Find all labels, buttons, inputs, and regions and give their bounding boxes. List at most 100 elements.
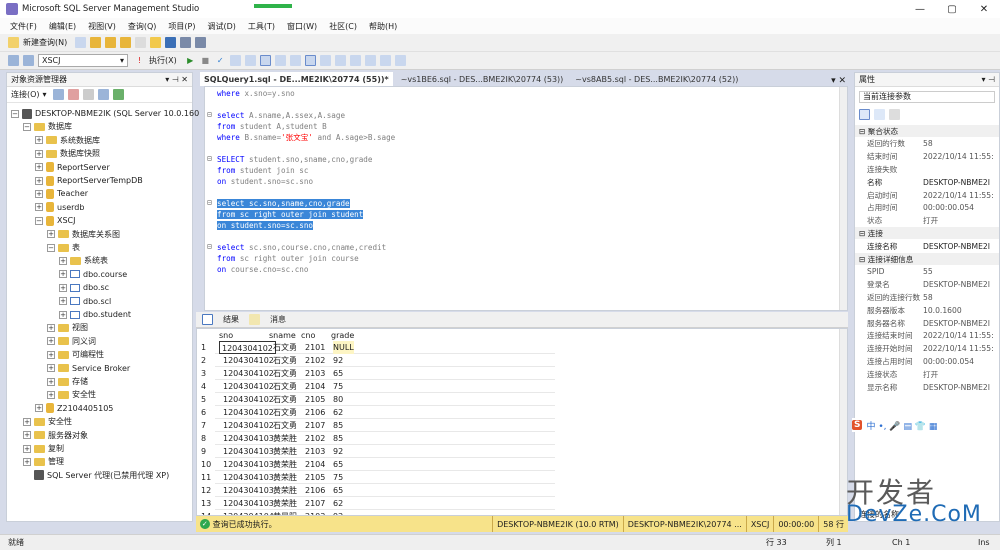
grid-cell[interactable]: 2104 bbox=[305, 380, 325, 393]
uncomment-icon[interactable] bbox=[349, 55, 361, 66]
expand-icon[interactable]: + bbox=[59, 256, 67, 265]
results-to-text-icon[interactable] bbox=[289, 55, 301, 66]
expand-icon[interactable]: + bbox=[47, 377, 55, 386]
property-category[interactable]: ⊟ 连接 bbox=[855, 227, 999, 240]
property-row[interactable]: 占用时间 00:00:00.054 bbox=[855, 202, 999, 214]
expand-icon[interactable]: + bbox=[35, 149, 43, 158]
close-button[interactable]: ✕ bbox=[968, 0, 1000, 18]
grid-cell[interactable]: 2106 bbox=[305, 406, 325, 419]
expand-icon[interactable]: + bbox=[23, 457, 31, 466]
tree-node[interactable]: + Service Broker bbox=[47, 362, 130, 375]
code-line[interactable]: select A.sname,A.ssex,A.sage bbox=[217, 110, 345, 121]
tree-node[interactable]: + 存储 bbox=[47, 375, 88, 388]
menu-query[interactable]: 查询(Q) bbox=[128, 21, 157, 32]
property-pages-icon[interactable] bbox=[889, 109, 900, 120]
chevron-down-icon[interactable]: ▾ bbox=[43, 90, 47, 99]
property-row[interactable]: SPID 55 bbox=[855, 266, 999, 278]
tree-node[interactable]: + 系统数据库 bbox=[35, 134, 100, 147]
grid-cell[interactable]: 1204304103 bbox=[223, 432, 274, 445]
grid-cell[interactable]: 黄荣胜 bbox=[273, 497, 297, 510]
results-to-file-icon[interactable] bbox=[319, 55, 331, 66]
grid-cell[interactable]: NULL bbox=[333, 341, 354, 354]
expand-icon[interactable]: + bbox=[47, 337, 55, 346]
db-engine-query-icon[interactable] bbox=[75, 37, 87, 48]
property-row[interactable]: 结束时间 2022/10/14 11:55: bbox=[855, 151, 999, 163]
code-line[interactable]: from student join sc bbox=[217, 165, 308, 176]
grid-cell[interactable]: 石文勇 bbox=[273, 406, 297, 419]
activity-monitor-icon[interactable] bbox=[195, 37, 207, 48]
property-row[interactable]: 服务器名称 DESKTOP-NBME2I bbox=[855, 317, 999, 329]
code-line[interactable]: from sc right outer join student bbox=[217, 209, 364, 220]
grid-cell[interactable]: 黄荣胜 bbox=[273, 471, 297, 484]
grid-cell[interactable]: 1204304103 bbox=[223, 458, 274, 471]
grid-cell[interactable]: 2103 bbox=[305, 367, 325, 380]
property-category[interactable]: ⊟ 聚合状态 bbox=[855, 125, 999, 137]
properties-object-select[interactable]: 当前连接参数 bbox=[859, 91, 995, 103]
editor-scrollbar[interactable] bbox=[839, 87, 847, 310]
tree-node[interactable]: + dbo.sc bbox=[59, 281, 109, 294]
pane-controls[interactable]: ▾ ⊣ ✕ bbox=[165, 75, 188, 84]
grid-cell[interactable]: 65 bbox=[333, 458, 343, 471]
expand-icon[interactable]: + bbox=[35, 404, 43, 413]
menu-tools[interactable]: 工具(T) bbox=[248, 21, 275, 32]
tree-node[interactable]: + 安全性 bbox=[23, 415, 72, 428]
property-row[interactable]: 连接开始时间 2022/10/14 11:55: bbox=[855, 343, 999, 355]
collapse-icon[interactable]: − bbox=[11, 109, 19, 118]
categorized-icon[interactable] bbox=[859, 109, 870, 120]
tree-node[interactable]: + dbo.student bbox=[59, 308, 131, 321]
grid-cell[interactable]: 75 bbox=[333, 471, 343, 484]
query-designer-icon[interactable] bbox=[244, 55, 256, 66]
tree-node[interactable]: + 系统表 bbox=[59, 254, 108, 267]
include-plan-icon[interactable] bbox=[259, 55, 271, 66]
results-grid[interactable]: sno sname cno grade 1 1204304102 石文勇 2101 NULL 2 1… bbox=[196, 328, 848, 516]
parse-icon[interactable]: ✓ bbox=[215, 55, 226, 66]
grid-cell[interactable]: 石文勇 bbox=[273, 393, 297, 406]
tree-node[interactable]: + userdb bbox=[35, 201, 84, 214]
comment-icon[interactable] bbox=[334, 55, 346, 66]
expand-icon[interactable]: + bbox=[47, 230, 55, 239]
collapse-icon[interactable]: − bbox=[47, 243, 55, 252]
save-icon[interactable] bbox=[165, 37, 177, 48]
grid-cell[interactable]: 92 bbox=[333, 354, 343, 367]
property-row[interactable]: 连接占用时间 00:00:00.054 bbox=[855, 355, 999, 367]
tree-node[interactable]: + 可编程性 bbox=[47, 348, 104, 361]
expand-icon[interactable]: + bbox=[59, 297, 67, 306]
grid-cell[interactable]: 1204304103 bbox=[223, 484, 274, 497]
stop-icon[interactable] bbox=[82, 89, 94, 100]
property-row[interactable]: 登录名 DESKTOP-NBME2I bbox=[855, 279, 999, 291]
menu-debug[interactable]: 调试(D) bbox=[207, 21, 235, 32]
property-row[interactable]: 名称 DESKTOP-NBME2I bbox=[855, 176, 999, 188]
grid-cell[interactable]: 1204304102 bbox=[223, 406, 274, 419]
alphabetical-icon[interactable] bbox=[874, 109, 885, 120]
grid-cell[interactable]: 2104 bbox=[305, 458, 325, 471]
filter-icon[interactable] bbox=[97, 89, 109, 100]
decrease-indent-icon[interactable] bbox=[364, 55, 376, 66]
grid-cell[interactable]: 2106 bbox=[305, 484, 325, 497]
menu-community[interactable]: 社区(C) bbox=[329, 21, 357, 32]
expand-icon[interactable]: + bbox=[47, 390, 55, 399]
grid-cell[interactable]: 62 bbox=[333, 406, 343, 419]
grid-cell[interactable]: 1204304102 bbox=[223, 380, 274, 393]
new-query-button[interactable]: 新建查询(N) bbox=[23, 37, 67, 48]
tree-node[interactable]: + 视图 bbox=[47, 321, 88, 334]
expand-icon[interactable]: + bbox=[35, 176, 43, 185]
collapse-icon[interactable]: − bbox=[35, 216, 43, 225]
connect-icon[interactable] bbox=[8, 55, 19, 66]
expand-icon[interactable]: + bbox=[23, 444, 31, 453]
connect-object-icon[interactable] bbox=[52, 89, 64, 100]
grid-cell[interactable]: 85 bbox=[333, 432, 343, 445]
expand-icon[interactable]: + bbox=[23, 431, 31, 440]
sql-editor[interactable]: where x.sno=y.sno ⊟ select A.sname,A.ssex,… bbox=[204, 86, 848, 311]
tab-controls[interactable]: ▾ ✕ bbox=[827, 76, 850, 86]
tree-node[interactable]: + 复制 bbox=[23, 442, 64, 455]
tree-node[interactable]: + Teacher bbox=[35, 187, 88, 200]
expand-icon[interactable]: + bbox=[35, 136, 43, 145]
outline-collapse-icon[interactable]: ⊟ bbox=[207, 154, 215, 163]
expand-icon[interactable]: + bbox=[47, 364, 55, 373]
expand-icon[interactable]: + bbox=[35, 163, 43, 172]
menu-help[interactable]: 帮助(H) bbox=[369, 21, 397, 32]
expand-icon[interactable]: + bbox=[59, 310, 67, 319]
tree-node[interactable]: + 管理 bbox=[23, 455, 64, 468]
menu-edit[interactable]: 编辑(E) bbox=[49, 21, 76, 32]
tree-node[interactable]: + ReportServerTempDB bbox=[35, 174, 143, 187]
